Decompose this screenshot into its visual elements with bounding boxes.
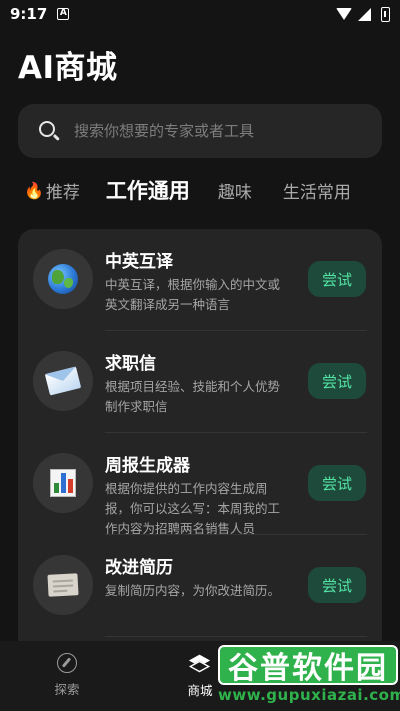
search-bar[interactable]: [18, 104, 382, 158]
try-button[interactable]: 尝试: [308, 465, 366, 501]
watermark-url: www.gupuxiazai.com: [218, 686, 400, 704]
watermark: 谷普软件园 www.gupuxiazai.com: [218, 645, 400, 707]
divider: [105, 636, 367, 637]
tool-list: 中英互译 中英互译，根据你输入的中文或英文翻译成另一种语言 尝试 求职信 根据项…: [18, 229, 382, 669]
tab-daily-life[interactable]: 生活常用: [283, 178, 351, 203]
try-button[interactable]: 尝试: [308, 567, 366, 603]
nav-explore[interactable]: 探索: [37, 653, 97, 698]
avatar: [33, 555, 93, 615]
wifi-icon: [336, 8, 352, 20]
try-button[interactable]: 尝试: [308, 363, 366, 399]
tab-work-general[interactable]: 工作通用: [106, 175, 190, 205]
status-bar: 9:17 A: [0, 0, 400, 28]
avatar: [33, 351, 93, 411]
item-description: 根据你提供的工作内容生成周报，你可以这么写：本周我的工作内容为招聘两名销售人员: [105, 481, 281, 536]
layers-icon: [188, 653, 211, 675]
item-description: 根据项目经验、技能和个人优势制作求职信: [105, 379, 281, 414]
nav-label: 商城: [187, 683, 213, 698]
tab-label: 趣味: [217, 182, 252, 203]
nav-label: 探索: [54, 682, 80, 697]
watermark-title: 谷普软件园: [218, 645, 398, 686]
compass-icon: [57, 653, 77, 673]
status-icons: [336, 6, 390, 22]
item-title: 周报生成器: [105, 456, 190, 476]
try-button[interactable]: 尝试: [308, 261, 366, 297]
tab-recommended[interactable]: 🔥 推荐: [24, 178, 80, 203]
item-title: 求职信: [105, 354, 156, 374]
item-description: 复制简历内容，为你改进简历。: [105, 583, 281, 598]
document-icon: [47, 573, 79, 597]
tab-fun[interactable]: 趣味: [218, 178, 252, 203]
status-time: 9:17: [10, 5, 48, 23]
list-item[interactable]: 改进简历 复制简历内容，为你改进简历。 尝试: [18, 535, 382, 637]
category-tabs: 🔥 推荐 工作通用 趣味 生活常用: [24, 170, 394, 210]
signal-icon: [358, 7, 371, 21]
avatar: [33, 249, 93, 309]
item-title: 中英互译: [105, 252, 173, 272]
item-description: 中英互译，根据你输入的中文或英文翻译成另一种语言: [105, 277, 281, 312]
envelope-icon: [44, 366, 82, 396]
globe-icon: [48, 264, 78, 294]
tab-label: 生活常用: [282, 182, 351, 203]
fire-icon: 🔥: [24, 180, 44, 200]
notification-a-icon: A: [57, 8, 70, 20]
list-item[interactable]: 求职信 根据项目经验、技能和个人优势制作求职信 尝试: [18, 331, 382, 433]
list-item[interactable]: 中英互译 中英互译，根据你输入的中文或英文翻译成另一种语言 尝试: [18, 229, 382, 331]
tab-label: 工作通用: [105, 179, 190, 203]
page-title: AI商城: [18, 50, 118, 86]
search-icon: [38, 120, 60, 142]
list-item[interactable]: 周报生成器 根据你提供的工作内容生成周报，你可以这么写：本周我的工作内容为招聘两…: [18, 433, 382, 536]
battery-icon: [381, 6, 390, 22]
avatar: [33, 453, 93, 513]
item-title: 改进简历: [105, 558, 173, 578]
tab-label: 推荐: [45, 182, 80, 203]
search-input[interactable]: [74, 122, 382, 140]
bar-chart-icon: [50, 469, 76, 497]
